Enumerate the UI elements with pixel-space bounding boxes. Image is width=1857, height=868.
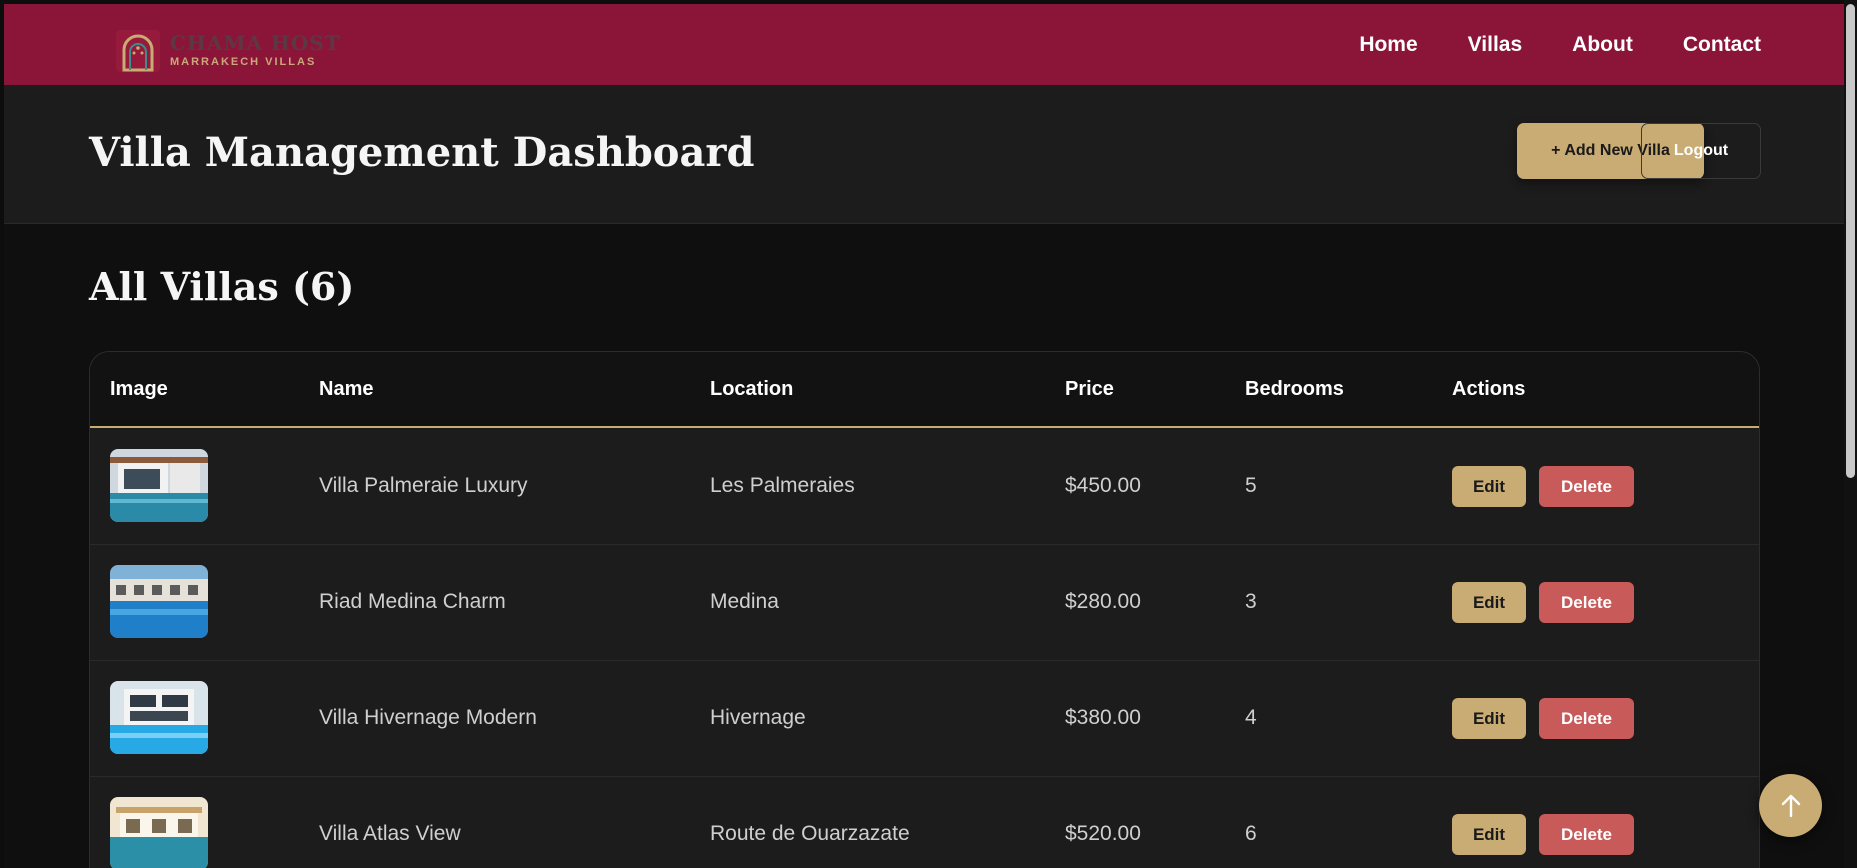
villa-location: Hivernage (710, 706, 806, 729)
edit-button[interactable]: Edit (1452, 698, 1526, 739)
delete-button[interactable]: Delete (1539, 466, 1634, 507)
villa-name: Villa Atlas View (319, 822, 461, 845)
villa-thumbnail (110, 565, 208, 638)
table-row: Villa Hivernage Modern Hivernage $380.00… (90, 660, 1759, 777)
scrollbar-thumb[interactable] (1846, 4, 1855, 478)
villa-bedrooms: 3 (1245, 590, 1257, 613)
arrow-up-icon (1781, 794, 1800, 817)
table-row: Villa Palmeraie Luxury Les Palmeraies $4… (90, 428, 1759, 545)
delete-button[interactable]: Delete (1539, 582, 1634, 623)
table-header: Image Name Location Price Bedrooms Actio… (90, 352, 1759, 428)
column-header-bedrooms: Bedrooms (1245, 378, 1344, 400)
villa-bedrooms: 4 (1245, 706, 1257, 729)
villa-location: Medina (710, 590, 779, 613)
villa-thumbnail (110, 797, 208, 868)
arch-logo-icon (114, 26, 162, 74)
column-header-name: Name (319, 378, 374, 400)
villa-name: Villa Hivernage Modern (319, 706, 537, 729)
edit-button[interactable]: Edit (1452, 814, 1526, 855)
table-row: Villa Atlas View Route de Ouarzazate $52… (90, 776, 1759, 868)
column-header-image: Image (110, 378, 168, 400)
scroll-to-top-button[interactable] (1759, 774, 1822, 837)
villa-location: Les Palmeraies (710, 474, 855, 497)
villa-name: Villa Palmeraie Luxury (319, 474, 528, 497)
delete-button[interactable]: Delete (1539, 814, 1634, 855)
edit-button[interactable]: Edit (1452, 466, 1526, 507)
villa-thumbnail (110, 449, 208, 522)
villas-table: Image Name Location Price Bedrooms Actio… (89, 351, 1760, 868)
dashboard-header: Villa Management Dashboard + Add New Vil… (4, 85, 1844, 224)
villa-name: Riad Medina Charm (319, 590, 506, 613)
villa-price: $280.00 (1065, 590, 1141, 613)
brand-tagline: MARRAKECH VILLAS (170, 55, 317, 68)
villa-price: $520.00 (1065, 822, 1141, 845)
column-header-price: Price (1065, 378, 1114, 400)
logout-button[interactable]: Logout (1641, 123, 1761, 179)
section-title: All Villas (6) (89, 264, 355, 309)
nav-home-link[interactable]: Home (1359, 33, 1417, 57)
nav-contact-link[interactable]: Contact (1683, 33, 1761, 57)
column-header-actions: Actions (1452, 378, 1526, 400)
brand-name: CHAMA HOST (170, 30, 341, 55)
site-header: CHAMA HOST MARRAKECH VILLAS Home Villas … (4, 4, 1844, 85)
scrollbar[interactable] (1844, 0, 1857, 868)
page-title: Villa Management Dashboard (89, 129, 755, 176)
nav-about-link[interactable]: About (1572, 33, 1633, 57)
villa-location: Route de Ouarzazate (710, 822, 910, 845)
brand-logo[interactable]: CHAMA HOST MARRAKECH VILLAS (114, 22, 341, 78)
table-row: Riad Medina Charm Medina $280.00 3 Edit … (90, 544, 1759, 661)
villa-bedrooms: 6 (1245, 822, 1257, 845)
villa-price: $380.00 (1065, 706, 1141, 729)
column-header-location: Location (710, 378, 794, 400)
delete-button[interactable]: Delete (1539, 698, 1634, 739)
edit-button[interactable]: Edit (1452, 582, 1526, 623)
villa-bedrooms: 5 (1245, 474, 1257, 497)
main-nav: Home Villas About Contact (1359, 4, 1761, 85)
villa-thumbnail (110, 681, 208, 754)
nav-villas-link[interactable]: Villas (1468, 33, 1523, 57)
page: CHAMA HOST MARRAKECH VILLAS Home Villas … (4, 4, 1844, 868)
villa-price: $450.00 (1065, 474, 1141, 497)
